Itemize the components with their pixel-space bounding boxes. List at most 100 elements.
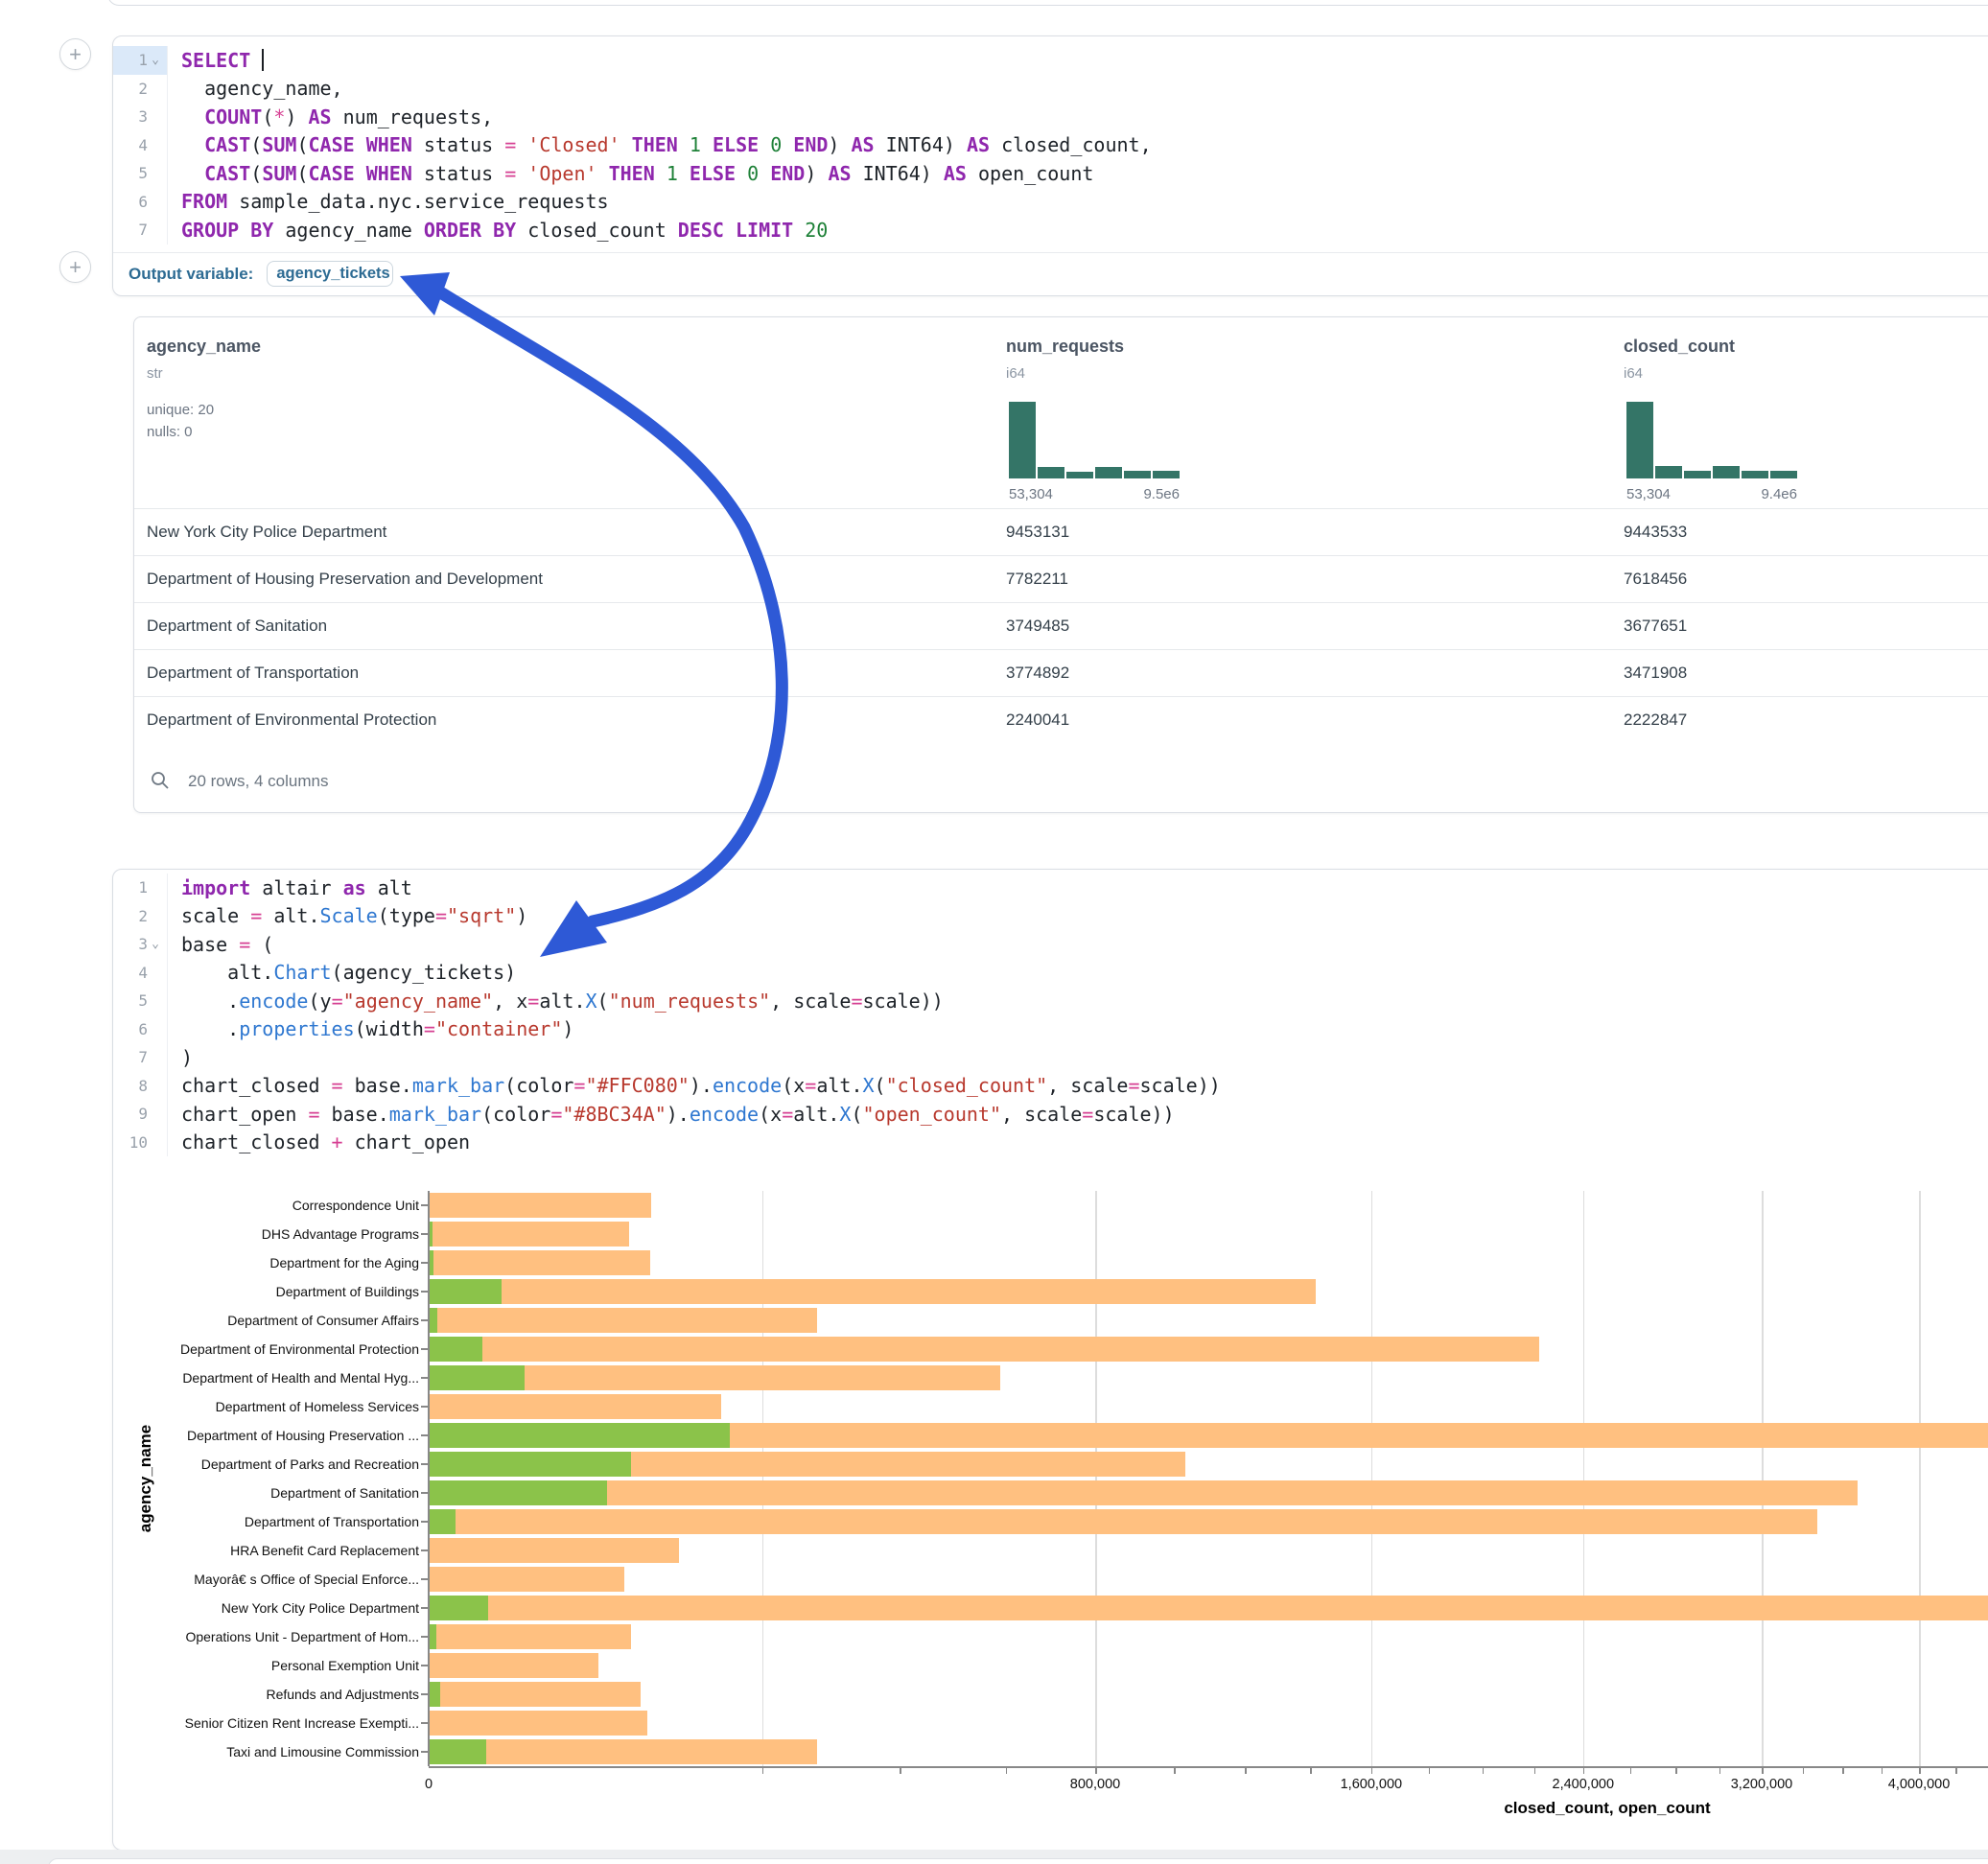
code-token: sample_data.nyc.service_requests <box>227 190 608 213</box>
table-row: Department of Transportation377489234719… <box>134 649 1988 697</box>
line-number-gutter: 3⌄ <box>113 930 167 959</box>
code-token: = <box>424 1017 435 1040</box>
code-token: 0 <box>770 133 782 156</box>
code-token: chart_open <box>181 1103 308 1126</box>
code-token <box>181 133 204 156</box>
histogram-bar <box>1124 471 1151 478</box>
code-token <box>736 162 747 185</box>
line-number-gutter: 7 <box>113 216 167 245</box>
code-token: chart_closed <box>181 1130 332 1153</box>
code-token: 1 <box>690 133 701 156</box>
code-token: = <box>250 904 262 927</box>
search-icon[interactable] <box>150 770 171 791</box>
cell-agency-name: Department of Environmental Protection <box>147 711 436 730</box>
code-line[interactable]: 7) <box>113 1043 1988 1072</box>
code-line[interactable]: 3 COUNT(*) AS num_requests, <box>113 103 1988 131</box>
histogram-min-label: 53,304 <box>1626 486 1671 502</box>
code-token: as <box>343 876 366 899</box>
code-token: . <box>181 990 239 1013</box>
code-line[interactable]: 3⌄base = ( <box>113 930 1988 959</box>
code-token <box>759 133 770 156</box>
code-token: alt. <box>816 1074 862 1097</box>
column-header-num-requests: num_requests <box>1006 337 1124 357</box>
code-token: SUM <box>262 133 296 156</box>
code-line[interactable]: 6FROM sample_data.nyc.service_requests <box>113 188 1988 217</box>
add-cell-button-output[interactable]: + <box>59 251 91 283</box>
fold-chevron-icon[interactable]: ⌄ <box>148 53 163 67</box>
code-token: ) <box>516 904 527 927</box>
column-type-num-requests: i64 <box>1006 365 1025 382</box>
table-row: Department of Environmental Protection 22… <box>134 696 1988 744</box>
code-token: scale)) <box>1093 1103 1174 1126</box>
line-number-gutter: 4 <box>113 959 167 988</box>
code-token: WHEN <box>366 133 412 156</box>
notebook-canvas: + + 1 ⌄ SELECT 2 agency_name,3 COUNT(*) AS… <box>0 0 1988 1864</box>
code-token: "agency_name" <box>343 990 494 1013</box>
code-token: scale)) <box>1140 1074 1221 1097</box>
code-token <box>724 219 736 242</box>
fold-chevron-icon[interactable]: ⌄ <box>148 937 163 951</box>
code-line[interactable]: 10chart_closed + chart_open <box>113 1129 1988 1157</box>
line-number-gutter: 10 <box>113 1129 167 1157</box>
code-token: 'Closed' <box>527 133 620 156</box>
code-token: = <box>527 990 539 1013</box>
cell-closed-count: 3471908 <box>1624 664 1687 683</box>
dataframe-preview: agency_name str unique: 20 nulls: 0 num_… <box>133 316 1988 813</box>
code-line[interactable]: 4 CAST(SUM(CASE WHEN status = 'Closed' T… <box>113 131 1988 160</box>
code-token: "open_count" <box>863 1103 1002 1126</box>
code-line[interactable]: 9chart_open = base.mark_bar(color="#8BC3… <box>113 1100 1988 1129</box>
cell-num-requests: 3774892 <box>1006 664 1069 683</box>
code-line[interactable]: 5 CAST(SUM(CASE WHEN status = 'Open' THE… <box>113 159 1988 188</box>
histogram-max-label: 9.4e6 <box>1720 486 1797 502</box>
python-cell: 1import altair as alt2scale = alt.Scale(… <box>112 869 1988 1851</box>
cell-agency-name: Department of Sanitation <box>147 617 327 636</box>
code-token: = <box>332 1074 343 1097</box>
cell-closed-count: 2222847 <box>1624 711 1687 730</box>
code-line[interactable]: 8chart_closed = base.mark_bar(color="#FF… <box>113 1072 1988 1101</box>
column-header-closed-count: closed_count <box>1624 337 1735 357</box>
code-line[interactable]: 7GROUP BY agency_name ORDER BY closed_co… <box>113 216 1988 245</box>
code-token: ELSE <box>713 133 759 156</box>
code-line[interactable]: 5 .encode(y="agency_name", x=alt.X("num_… <box>113 987 1988 1015</box>
code-token: . <box>181 1017 239 1040</box>
code-token: open_count <box>967 162 1093 185</box>
code-token: agency_name, <box>181 77 343 100</box>
code-token: ). <box>667 1103 690 1126</box>
code-line[interactable]: 6 .properties(width="container") <box>113 1015 1988 1044</box>
cell-closed-count: 3677651 <box>1624 617 1687 636</box>
histogram-bar <box>1770 471 1797 478</box>
code-token: chart_closed <box>181 1074 332 1097</box>
code-token: SELECT <box>181 49 250 72</box>
code-token: FROM <box>181 190 227 213</box>
code-token: AS <box>852 133 875 156</box>
column-unique-count: unique: 20 <box>147 402 214 418</box>
code-line[interactable]: 1⌄SELECT <box>113 46 1988 75</box>
code-line[interactable]: 1import altair as alt <box>113 874 1988 902</box>
code-line[interactable]: 4 alt.Chart(agency_tickets) <box>113 959 1988 988</box>
code-token: mark_bar <box>412 1074 504 1097</box>
code-token: "container" <box>435 1017 562 1040</box>
code-token: scale)) <box>863 990 944 1013</box>
code-token: ( <box>875 1074 886 1097</box>
code-line[interactable]: 2scale = alt.Scale(type="sqrt") <box>113 902 1988 931</box>
code-token: X <box>863 1074 875 1097</box>
code-token: ) <box>181 1046 193 1069</box>
code-token: base. <box>320 1103 389 1126</box>
sql-code-editor[interactable]: 1 ⌄ SELECT 2 agency_name,3 COUNT(*) AS num… <box>113 46 1988 245</box>
add-cell-button-top[interactable]: + <box>59 38 91 70</box>
code-token: properties <box>239 1017 354 1040</box>
code-token: num_requests, <box>332 105 494 128</box>
table-row: New York City Police Department945313194… <box>134 508 1988 556</box>
histogram-min-label: 53,304 <box>1009 486 1053 502</box>
code-token: = <box>573 1074 585 1097</box>
code-token <box>793 219 805 242</box>
code-token: (x <box>782 1074 805 1097</box>
histogram-bar <box>1066 472 1093 478</box>
python-code-editor[interactable]: 1import altair as alt2scale = alt.Scale(… <box>113 874 1988 1156</box>
histogram-num-requests <box>1009 402 1180 478</box>
code-token: ( <box>597 990 609 1013</box>
code-line[interactable]: 2 agency_name, <box>113 75 1988 104</box>
code-token: + <box>332 1130 343 1153</box>
code-token: WHEN <box>366 162 412 185</box>
output-variable-chip[interactable]: agency_tickets <box>267 261 393 287</box>
